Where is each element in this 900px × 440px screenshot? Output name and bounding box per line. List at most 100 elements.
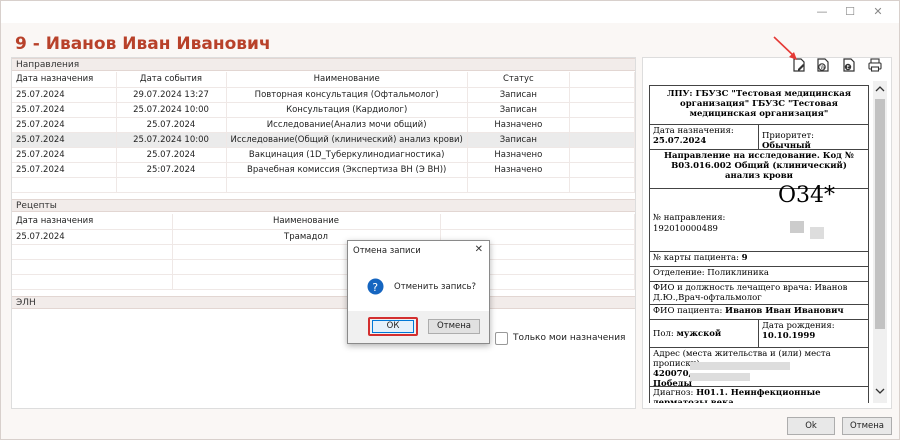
doc-birth-cell: Дата рождения: 10.10.1999 bbox=[758, 319, 869, 348]
eln-header: ЭЛН bbox=[12, 296, 635, 309]
cell: 25.07.2024 bbox=[12, 132, 117, 148]
dialog-title: Отмена записи bbox=[353, 246, 421, 256]
cell: Врачебная комиссия (Экспертиза ВН (Э ВН)… bbox=[226, 162, 468, 178]
only-mine-label: Только мои назначения bbox=[513, 333, 626, 343]
svg-text:E: E bbox=[847, 65, 850, 71]
doc-patient-cell: ФИО пациента: Иванов Иван Иванович bbox=[649, 304, 869, 320]
minimize-button[interactable]: — bbox=[815, 5, 829, 19]
cell: 25.07.2024 10:00 bbox=[116, 102, 227, 118]
doc-birth-value: 10.10.1999 bbox=[762, 331, 816, 341]
export-doc-alt-icon[interactable]: E bbox=[841, 57, 857, 73]
cell: Записан bbox=[467, 87, 570, 103]
table-row[interactable]: 25.07.2024 25.07.2024 Вакцинация (1D_Туб… bbox=[12, 147, 636, 163]
redacted-block bbox=[790, 221, 804, 233]
cell: Назначено bbox=[467, 117, 570, 133]
cell: Записан bbox=[467, 132, 570, 148]
doc-birth-label: Дата рождения: bbox=[762, 321, 835, 331]
doc-doctor: ФИО и должность лечащего врача: Иванов Д… bbox=[649, 281, 869, 305]
doc-direction-no-label: № направления: bbox=[653, 213, 726, 223]
dialog-message: Отменить запись? bbox=[394, 282, 477, 292]
doc-direction-no-value: 192010000489 bbox=[653, 224, 718, 234]
page-title: 9 - Иванов Иван Иванович bbox=[15, 34, 271, 54]
redacted-block bbox=[690, 373, 750, 381]
cell: 29.07.2024 13:27 bbox=[116, 87, 227, 103]
col-date-assigned[interactable]: Дата назначения bbox=[12, 214, 173, 230]
table-row-selected[interactable]: 25.07.2024 25.07.2024 10:00 Исследование… bbox=[12, 132, 636, 148]
cell bbox=[569, 102, 636, 118]
table-header-row: Дата назначения Наименование bbox=[12, 214, 635, 230]
cell bbox=[569, 87, 636, 103]
col-empty bbox=[440, 214, 635, 230]
scroll-down-icon[interactable] bbox=[875, 387, 885, 395]
cell bbox=[569, 162, 636, 178]
col-event-date[interactable]: Дата события bbox=[116, 72, 227, 88]
doc-patient-value: Иванов Иван Иванович bbox=[725, 306, 844, 316]
doc-diagnosis-label: Диагноз: bbox=[653, 388, 694, 398]
col-name[interactable]: Наименование bbox=[172, 214, 441, 230]
cell: 25.07.2024 10:00 bbox=[116, 132, 227, 148]
table-row[interactable]: 25.07.2024 25:07.2024 Врачебная комиссия… bbox=[12, 162, 636, 178]
directions-table: Дата назначения Дата события Наименовани… bbox=[12, 72, 636, 193]
doc-sex-cell: Пол: мужской bbox=[649, 319, 759, 348]
table-row-empty bbox=[12, 177, 636, 193]
cell: Назначено bbox=[467, 162, 570, 178]
document-scrollbar[interactable] bbox=[873, 81, 887, 403]
close-button[interactable]: ✕ bbox=[871, 5, 885, 19]
doc-priority-label: Приоритет: bbox=[762, 131, 815, 141]
cell: Вакцинация (1D_Туберкулинодиагностика) bbox=[226, 147, 468, 163]
scrollbar-thumb[interactable] bbox=[875, 99, 885, 329]
table-row-empty bbox=[12, 274, 635, 290]
cell: 25.07.2024 bbox=[12, 162, 117, 178]
table-header-row: Дата назначения Дата события Наименовани… bbox=[12, 72, 636, 88]
cell: 25.07.2024 bbox=[12, 102, 117, 118]
doc-date-label: Дата назначения: bbox=[653, 126, 734, 136]
annotation-arrow-icon bbox=[773, 36, 797, 60]
cell bbox=[569, 132, 636, 148]
footer-ok-button[interactable]: Ok bbox=[787, 417, 835, 435]
export-doc-icon[interactable]: W bbox=[815, 57, 831, 73]
only-mine-checkbox[interactable] bbox=[495, 332, 508, 345]
doc-patient-label: ФИО пациента: bbox=[653, 306, 723, 316]
dialog-ok-button[interactable]: ОК bbox=[372, 320, 414, 333]
cell: Назначено bbox=[467, 147, 570, 163]
scroll-up-icon[interactable] bbox=[875, 85, 885, 93]
cell: 25.07.2024 bbox=[12, 147, 117, 163]
col-name[interactable]: Наименование bbox=[226, 72, 468, 88]
footer-cancel-button[interactable]: Отмена bbox=[842, 417, 892, 435]
doc-card-value: 9 bbox=[741, 253, 748, 263]
doc-address-value1: 420070, bbox=[653, 369, 692, 379]
doc-sex-label: Пол: bbox=[653, 329, 674, 339]
col-empty bbox=[569, 72, 636, 88]
dialog-cancel-button[interactable]: Отмена bbox=[428, 319, 480, 334]
dialog-close-button[interactable]: ✕ bbox=[475, 244, 483, 255]
doc-date-cell: Дата назначения: 25.07.2024 bbox=[649, 124, 759, 150]
doc-direction-no-cell: № направления: 192010000489 О34* bbox=[649, 183, 869, 252]
doc-diagnosis-cell: Диагноз: Н01.1. Неинфекционные дерматозы… bbox=[649, 386, 869, 403]
svg-text:?: ? bbox=[372, 281, 378, 294]
cell: 25.07.2024 bbox=[12, 229, 173, 245]
table-row-empty bbox=[12, 244, 635, 260]
cell: Исследование(Анализ мочи общий) bbox=[226, 117, 468, 133]
doc-address-cell: Адрес (места жительства и (или) места пр… bbox=[649, 347, 869, 389]
table-row[interactable]: 25.07.2024 Трамадол bbox=[12, 229, 635, 245]
recipes-table: Дата назначения Наименование 25.07.2024 … bbox=[12, 214, 635, 290]
col-status[interactable]: Статус bbox=[467, 72, 570, 88]
cell: 25:07.2024 bbox=[116, 162, 227, 178]
cell: 25.07.2024 bbox=[12, 87, 117, 103]
maximize-button[interactable]: ☐ bbox=[843, 5, 857, 19]
cell bbox=[569, 117, 636, 133]
redacted-block bbox=[810, 227, 824, 239]
cell bbox=[569, 147, 636, 163]
table-row-empty bbox=[12, 259, 635, 275]
table-row[interactable]: 25.07.2024 25.07.2024 10:00 Консультация… bbox=[12, 102, 636, 118]
left-panel: Направления Дата назначения Дата события… bbox=[11, 57, 636, 409]
cell: Консультация (Кардиолог) bbox=[226, 102, 468, 118]
cell: Исследование(Общий (клинический) анализ … bbox=[226, 132, 468, 148]
col-date-assigned[interactable]: Дата назначения bbox=[12, 72, 117, 88]
question-icon: ? bbox=[367, 278, 384, 295]
printer-icon[interactable] bbox=[867, 57, 883, 73]
doc-form-code: О34* bbox=[778, 183, 836, 208]
table-row[interactable]: 25.07.2024 29.07.2024 13:27 Повторная ко… bbox=[12, 87, 636, 103]
directions-header: Направления bbox=[12, 58, 635, 71]
table-row[interactable]: 25.07.2024 25.07.2024 Исследование(Анали… bbox=[12, 117, 636, 133]
